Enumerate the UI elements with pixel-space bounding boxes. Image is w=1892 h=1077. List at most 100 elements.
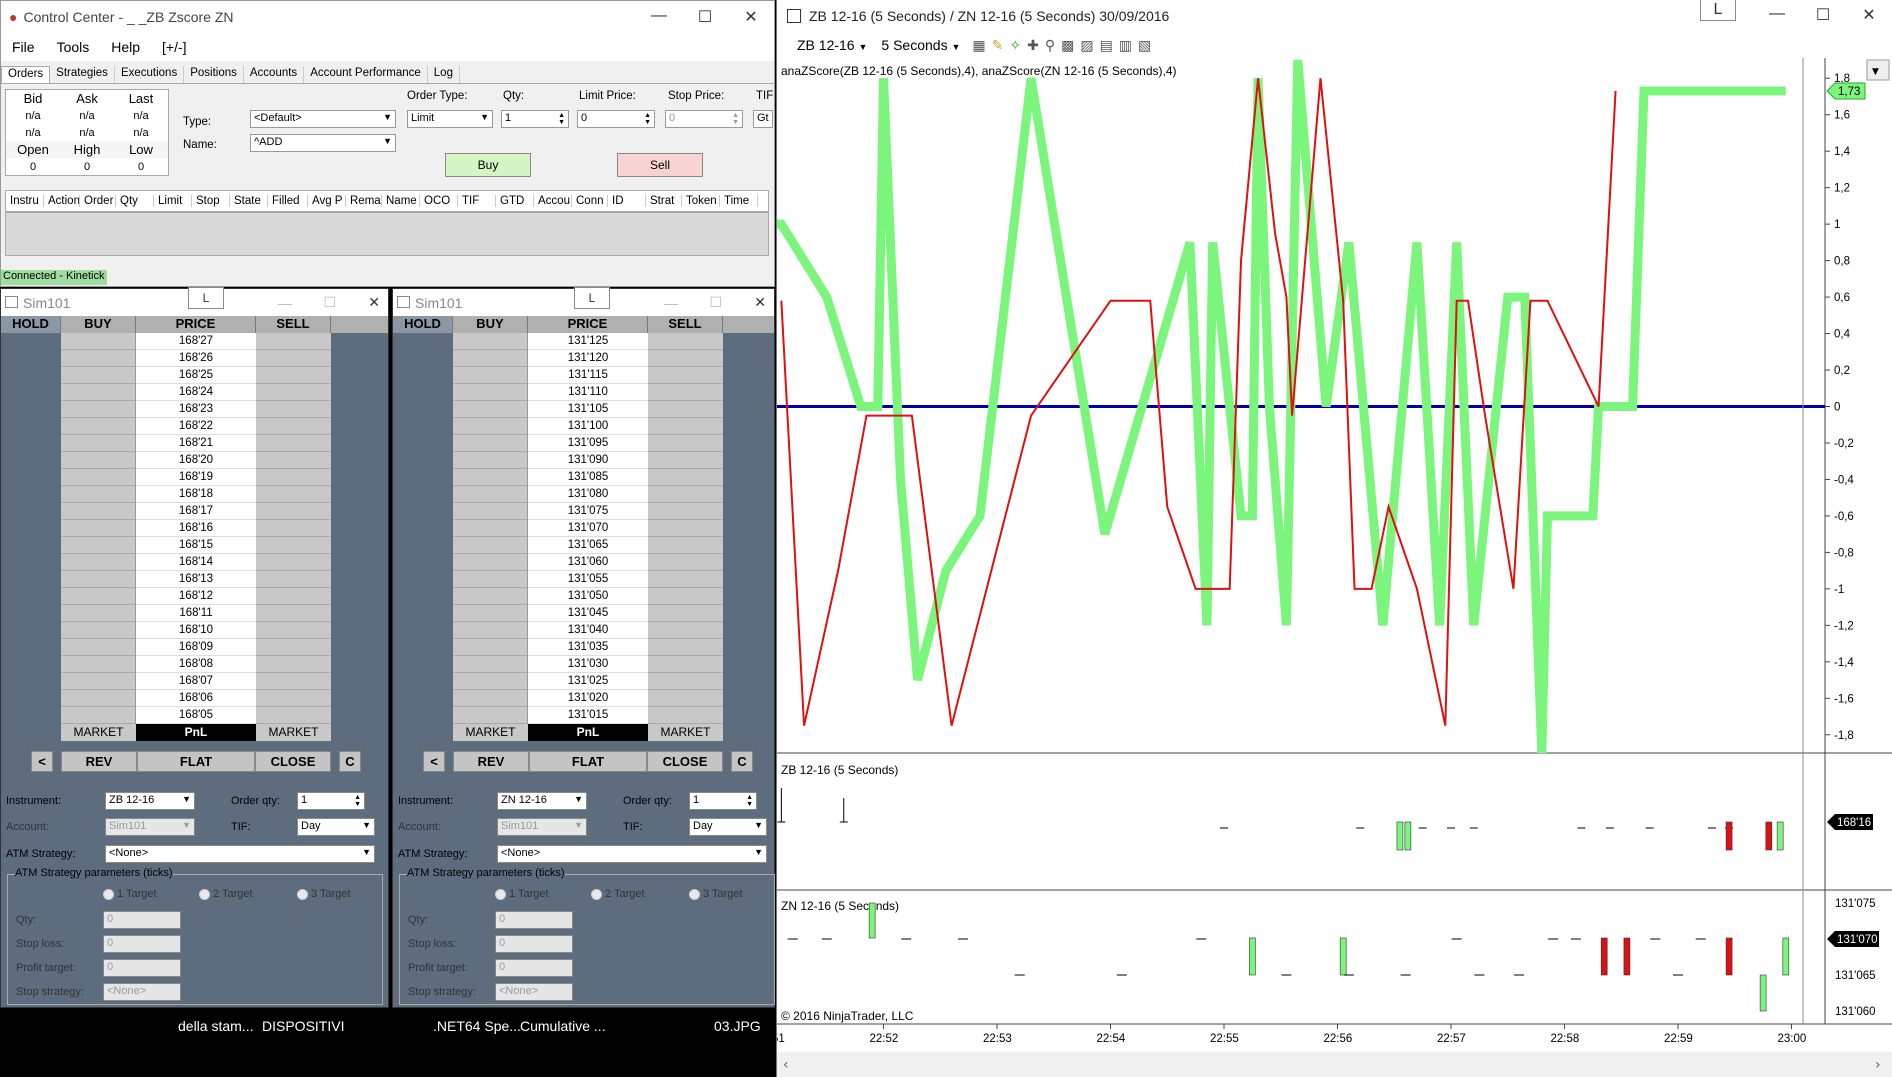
profit-target-input[interactable]: 0: [495, 959, 573, 977]
buy-cell[interactable]: [61, 418, 136, 435]
tab-orders[interactable]: Orders: [1, 66, 51, 83]
sell-button[interactable]: Sell: [617, 153, 703, 177]
close-icon[interactable]: ✕: [728, 7, 774, 27]
close-position-button[interactable]: CLOSE: [255, 751, 331, 772]
sell-cell[interactable]: [256, 418, 331, 435]
sell-cell[interactable]: [648, 350, 723, 367]
buy-cell[interactable]: [61, 452, 136, 469]
order-column-header[interactable]: Conn: [572, 195, 608, 207]
link-button[interactable]: L: [1700, 0, 1736, 21]
order-column-header[interactable]: Avg P: [308, 195, 346, 207]
minimize-icon[interactable]: —: [278, 295, 292, 311]
spinner-icon[interactable]: ▲ ▼: [354, 794, 361, 808]
buy-cell[interactable]: [453, 656, 528, 673]
account-select[interactable]: Sim101 ▼: [105, 818, 195, 836]
qty-input[interactable]: 0: [495, 911, 573, 929]
buy-cell[interactable]: [61, 367, 136, 384]
profit-target-input[interactable]: 0: [103, 959, 181, 977]
buy-cell[interactable]: [61, 537, 136, 554]
radio-icon[interactable]: [495, 888, 506, 900]
order-column-header[interactable]: TIF: [458, 195, 496, 207]
sell-cell[interactable]: [648, 469, 723, 486]
c-button[interactable]: C: [339, 751, 361, 772]
buy-cell[interactable]: [453, 571, 528, 588]
sell-cell[interactable]: [648, 503, 723, 520]
order-column-header[interactable]: ID: [608, 195, 646, 207]
order-column-header[interactable]: Filled: [268, 195, 308, 207]
link-button[interactable]: L: [574, 287, 610, 309]
type-select[interactable]: <Default> ▼: [250, 110, 396, 128]
buy-cell[interactable]: [453, 486, 528, 503]
buy-cell[interactable]: [453, 605, 528, 622]
order-column-header[interactable]: Rema: [346, 195, 382, 207]
order-column-header[interactable]: GTD: [496, 195, 534, 207]
sell-cell[interactable]: [648, 384, 723, 401]
tab-executions[interactable]: Executions: [115, 66, 185, 83]
order-type-select[interactable]: Limit ▼: [407, 110, 493, 128]
minimize-icon[interactable]: —: [1754, 5, 1800, 27]
rev-button[interactable]: REV: [61, 751, 137, 772]
c-button[interactable]: C: [731, 751, 753, 772]
sell-cell[interactable]: [648, 333, 723, 350]
sell-cell[interactable]: [648, 401, 723, 418]
buy-cell[interactable]: [61, 656, 136, 673]
tab-accounts[interactable]: Accounts: [244, 66, 305, 83]
spinner-icon[interactable]: ▲ ▼: [746, 794, 753, 808]
maximize-icon[interactable]: ☐: [1800, 5, 1846, 27]
target-radio-2[interactable]: 2 Target: [199, 888, 253, 900]
copy-icon[interactable]: ▥: [1119, 37, 1138, 53]
sell-cell[interactable]: [648, 452, 723, 469]
menu-tools[interactable]: Tools: [46, 39, 101, 55]
zoom-icon[interactable]: ⚲: [1045, 37, 1061, 53]
buy-cell[interactable]: [453, 554, 528, 571]
pnl-cell[interactable]: PnL: [136, 724, 256, 741]
order-column-header[interactable]: Action: [44, 195, 80, 207]
radio-icon[interactable]: [689, 888, 700, 900]
stop-price-input[interactable]: 0 ▲ ▼: [665, 110, 743, 128]
sell-cell[interactable]: [256, 486, 331, 503]
target-radio-3[interactable]: 3 Target: [297, 888, 351, 900]
buy-cell[interactable]: [61, 350, 136, 367]
buy-cell[interactable]: [453, 435, 528, 452]
atm-select[interactable]: <None> ▼: [105, 845, 375, 863]
buy-cell[interactable]: [61, 588, 136, 605]
sell-cell[interactable]: [256, 673, 331, 690]
spinner-icon[interactable]: ▲ ▼: [558, 112, 565, 126]
link-button[interactable]: L: [188, 287, 224, 309]
target-radio-1[interactable]: 1 Target: [103, 888, 157, 900]
flat-button[interactable]: FLAT: [137, 751, 255, 772]
sell-cell[interactable]: [256, 435, 331, 452]
sell-cell[interactable]: [648, 656, 723, 673]
draw-pencil-icon[interactable]: ✎: [992, 37, 1010, 53]
target-radio-2[interactable]: 2 Target: [591, 888, 645, 900]
sell-cell[interactable]: [648, 418, 723, 435]
indicators-icon[interactable]: ▨: [1080, 37, 1099, 53]
instrument-select[interactable]: ZB 12-16 ▼: [105, 792, 195, 810]
sell-cell[interactable]: [648, 554, 723, 571]
sell-cell[interactable]: [256, 571, 331, 588]
sell-cell[interactable]: [256, 605, 331, 622]
buy-cell[interactable]: [61, 401, 136, 418]
order-column-header[interactable]: Qty: [116, 195, 154, 207]
sell-cell[interactable]: [648, 435, 723, 452]
order-column-header[interactable]: Name: [382, 195, 420, 207]
sell-cell[interactable]: [256, 707, 331, 724]
buy-cell[interactable]: [61, 384, 136, 401]
name-select[interactable]: ^ADD ▼: [250, 134, 396, 152]
radio-icon[interactable]: [199, 888, 210, 900]
sell-cell[interactable]: [256, 452, 331, 469]
order-qty-input[interactable]: 1 ▲ ▼: [297, 792, 365, 810]
buy-cell[interactable]: [61, 520, 136, 537]
order-column-header[interactable]: Strat: [646, 195, 682, 207]
menu-file[interactable]: File: [1, 39, 46, 55]
close-position-button[interactable]: CLOSE: [647, 751, 723, 772]
buy-cell[interactable]: [453, 384, 528, 401]
sell-cell[interactable]: [648, 707, 723, 724]
sell-cell[interactable]: [648, 690, 723, 707]
taskbar-item-3[interactable]: .NET64 Spe...: [433, 1018, 521, 1034]
sell-cell[interactable]: [648, 571, 723, 588]
minimize-icon[interactable]: —: [664, 295, 678, 311]
sell-cell[interactable]: [256, 503, 331, 520]
buy-cell[interactable]: [61, 622, 136, 639]
sell-cell[interactable]: [256, 350, 331, 367]
